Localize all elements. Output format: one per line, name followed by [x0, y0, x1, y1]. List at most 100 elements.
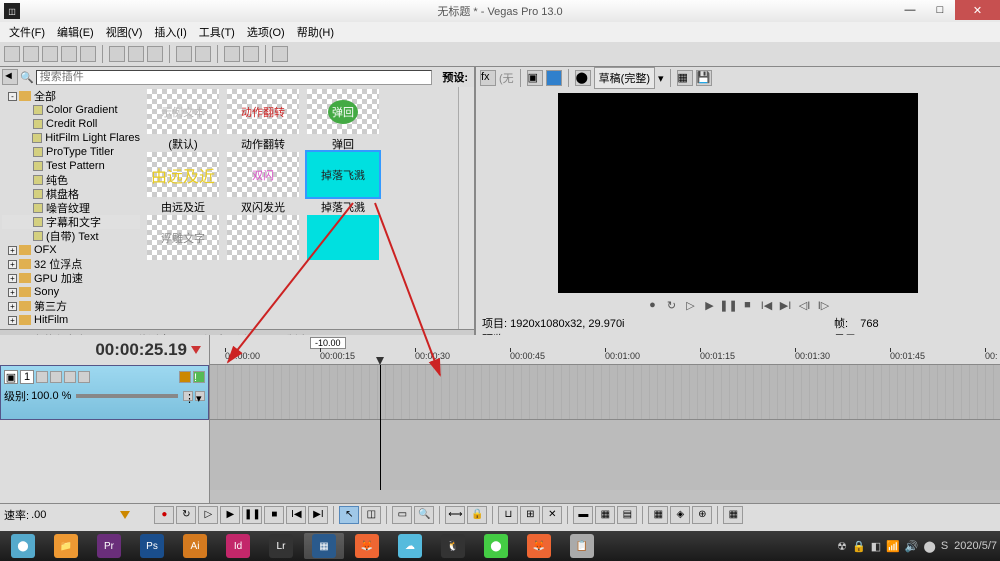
taskbar-app-icon[interactable]: 🐧 — [433, 533, 473, 559]
undo-icon[interactable] — [176, 46, 192, 62]
save-icon[interactable] — [42, 46, 58, 62]
taskbar-app-icon[interactable]: ▦ — [304, 533, 344, 559]
tl-play-start-icon[interactable]: ▷ — [198, 506, 218, 524]
record-icon[interactable]: ● — [645, 297, 661, 313]
tree-item[interactable]: +OFX — [2, 243, 140, 257]
tree-item[interactable]: Test Pattern — [2, 159, 140, 173]
preset-item[interactable]: 动作翻转动作翻转 — [224, 89, 302, 150]
tree-item[interactable]: 纯色 — [2, 173, 140, 187]
taskbar-app-icon[interactable]: 🦊 — [519, 533, 559, 559]
expand-icon[interactable]: + — [8, 288, 17, 297]
menu-tools[interactable]: 工具(T) — [194, 22, 240, 42]
cut-icon[interactable] — [109, 46, 125, 62]
preset-item[interactable]: 示例文本(默认) — [144, 89, 222, 150]
search-input[interactable] — [36, 70, 433, 85]
minimize-button[interactable]: — — [895, 0, 925, 20]
tree-item[interactable]: Color Gradient — [2, 103, 140, 117]
redo-icon[interactable] — [195, 46, 211, 62]
preset-item[interactable]: 弹回弹回 — [304, 89, 382, 150]
tree-item[interactable]: (自带) Text — [2, 229, 140, 243]
preview-quality-dropdown[interactable]: 草稿(完整) — [594, 67, 655, 89]
quantize-icon[interactable]: ⊞ — [520, 506, 540, 524]
envelope-tool-icon[interactable]: ◫ — [361, 506, 381, 524]
lock-envelopes-icon[interactable]: 🔒 — [467, 506, 487, 524]
taskbar-app-icon[interactable]: 📋 — [562, 533, 602, 559]
menu-edit[interactable]: 编辑(E) — [52, 22, 99, 42]
track-motion-icon[interactable] — [50, 371, 62, 383]
tray-icon[interactable]: 🔒 — [852, 540, 866, 553]
maximize-button[interactable]: □ — [925, 0, 955, 20]
expand-icon[interactable]: + — [8, 302, 17, 311]
tree-item[interactable]: +第三方 — [2, 299, 140, 313]
taskbar-app-icon[interactable]: Ps — [132, 533, 172, 559]
tl-play-icon[interactable]: ▶ — [220, 506, 240, 524]
tool-b-icon[interactable]: ◈ — [670, 506, 690, 524]
snap-markers-icon[interactable]: ▬ — [573, 506, 593, 524]
stop-icon[interactable]: ■ — [740, 297, 756, 313]
taskbar-app-icon[interactable]: ☁ — [390, 533, 430, 559]
tree-item[interactable]: ProType Titler — [2, 145, 140, 159]
snap-grid-icon[interactable]: ▦ — [595, 506, 615, 524]
tray-icon[interactable]: ☢ — [837, 540, 847, 553]
tl-pause-icon[interactable]: ❚❚ — [242, 506, 262, 524]
tl-loop-icon[interactable]: ↻ — [176, 506, 196, 524]
snap-events-icon[interactable]: ▤ — [617, 506, 637, 524]
taskbar-app-icon[interactable]: 📁 — [46, 533, 86, 559]
track-automation-icon[interactable] — [78, 371, 90, 383]
menu-view[interactable]: 视图(V) — [101, 22, 148, 42]
ext-monitor-icon[interactable]: ▣ — [527, 70, 543, 86]
render-icon[interactable] — [61, 46, 77, 62]
tree-item[interactable]: -全部 — [2, 89, 140, 103]
close-button[interactable]: ✕ — [955, 0, 1000, 20]
taskbar-app-icon[interactable]: ⬤ — [3, 533, 43, 559]
tree-item[interactable]: HitFilm Light Flares — [2, 131, 140, 145]
compositing-icon[interactable]: ▾ — [195, 391, 205, 401]
level-slider[interactable] — [76, 394, 178, 398]
props-icon[interactable] — [80, 46, 96, 62]
tray-icon[interactable]: 🔊 — [905, 540, 919, 553]
tray-icon[interactable]: 📶 — [886, 540, 900, 553]
tool-a-icon[interactable]: ▦ — [648, 506, 668, 524]
taskbar-date[interactable]: 2020/5/7 — [954, 540, 997, 552]
tree-item[interactable]: +HitFilm — [2, 313, 140, 327]
preview-quality-icon[interactable]: ⬤ — [575, 70, 591, 86]
mute-button[interactable] — [179, 371, 191, 383]
loop-icon[interactable]: ↻ — [664, 297, 680, 313]
tree-item[interactable]: 字幕和文字 — [2, 215, 140, 229]
save-snap-icon[interactable]: 💾 — [696, 70, 712, 86]
normal-edit-tool-icon[interactable]: ↖ — [339, 506, 359, 524]
taskbar-app-icon[interactable]: 🦊 — [347, 533, 387, 559]
taskbar-app-icon[interactable]: Ai — [175, 533, 215, 559]
preset-item[interactable] — [304, 215, 382, 276]
tl-go-end-icon[interactable]: ▶I — [308, 506, 328, 524]
preview-fx-icon[interactable]: fx — [480, 70, 496, 86]
in-point-label[interactable]: -10.00 — [310, 337, 346, 349]
solo-button[interactable]: ! — [193, 371, 205, 383]
auto-ripple-icon[interactable]: ⟷ — [445, 506, 465, 524]
preset-item[interactable] — [224, 215, 302, 276]
playhead[interactable] — [380, 365, 381, 490]
go-end-icon[interactable]: ▶I — [778, 297, 794, 313]
taskbar-app-icon[interactable]: Id — [218, 533, 258, 559]
preset-item[interactable]: 由远及近由远及近 — [144, 152, 222, 213]
menu-options[interactable]: 选项(O) — [242, 22, 290, 42]
tl-stop-icon[interactable]: ■ — [264, 506, 284, 524]
video-track-lane[interactable] — [210, 365, 1000, 420]
scrollbar[interactable] — [458, 87, 474, 329]
track-more-icon[interactable]: ⋮ — [183, 391, 193, 401]
tree-item[interactable]: 棋盘格 — [2, 187, 140, 201]
prev-frame-icon[interactable]: ◁I — [797, 297, 813, 313]
auto-crossfade-icon[interactable]: ✕ — [542, 506, 562, 524]
taskbar-app-icon[interactable]: ⬤ — [476, 533, 516, 559]
preset-item[interactable]: 双闪双闪发光 — [224, 152, 302, 213]
ripple-icon[interactable] — [243, 46, 259, 62]
timecode-display[interactable]: 00:00:25.19 — [95, 340, 187, 360]
expand-icon[interactable]: + — [8, 274, 17, 283]
snapping-icon[interactable] — [224, 46, 240, 62]
taskbar-app-icon[interactable]: Pr — [89, 533, 129, 559]
tray-icon[interactable]: ⬤ — [924, 540, 936, 553]
tl-go-start-icon[interactable]: I◀ — [286, 506, 306, 524]
preset-item[interactable]: 掉落飞溅掉落飞溅 — [304, 152, 382, 213]
new-icon[interactable] — [4, 46, 20, 62]
snap-icon[interactable]: ⊔ — [498, 506, 518, 524]
